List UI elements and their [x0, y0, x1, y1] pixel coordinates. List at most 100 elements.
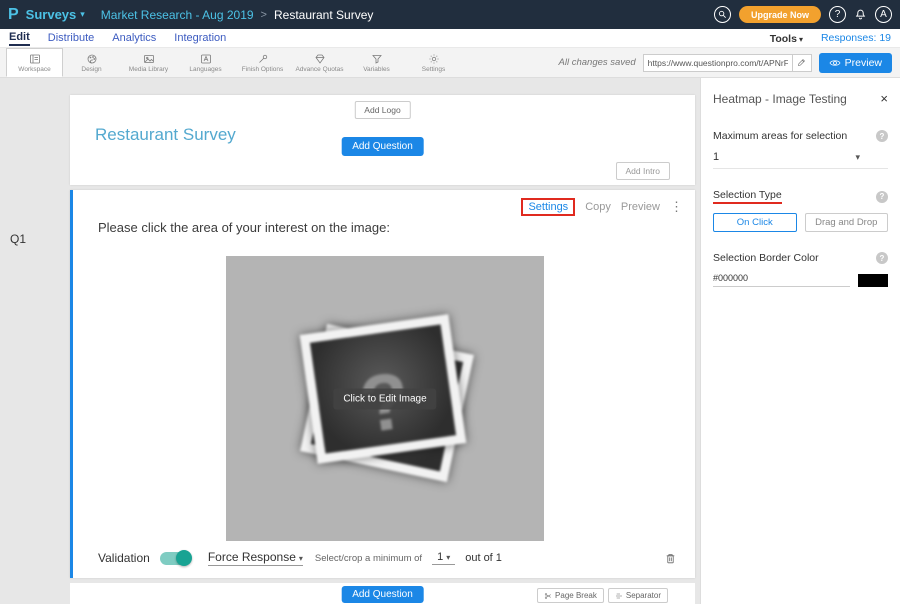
preview-button-label: Preview: [845, 57, 882, 69]
toolbar-item-workspace[interactable]: Workspace: [6, 48, 63, 77]
workspace-icon: [29, 53, 41, 65]
page-break-button[interactable]: Page Break: [537, 588, 604, 603]
toolbar-item-label: Settings: [422, 66, 446, 73]
surveys-menu[interactable]: Surveys: [26, 7, 77, 22]
save-status-text: All changes saved: [559, 57, 636, 68]
chevron-down-icon: ▾: [855, 152, 860, 163]
max-areas-select[interactable]: 1 ▾: [713, 151, 888, 169]
tab-distribute[interactable]: Distribute: [48, 32, 94, 44]
selection-type-buttons: On Click Drag and Drop: [713, 213, 888, 232]
tab-edit[interactable]: Edit: [9, 31, 30, 46]
wrench-icon: [257, 53, 269, 65]
color-swatch[interactable]: [858, 274, 888, 287]
border-color-row: Selection Border Color ?: [713, 252, 888, 264]
tools-label: Tools: [770, 33, 797, 45]
pencil-icon: [797, 58, 806, 67]
nav-tabs: Edit Distribute Analytics Integration: [9, 31, 226, 46]
funnel-icon: [371, 53, 383, 65]
languages-icon: [200, 53, 212, 65]
search-icon: [718, 10, 727, 19]
out-of-text: out of 1: [465, 552, 502, 564]
question-settings-button[interactable]: Settings: [521, 198, 575, 216]
nav-tab-bar: Edit Distribute Analytics Integration To…: [0, 29, 900, 48]
tab-analytics[interactable]: Analytics: [112, 32, 156, 44]
toolbar-item-label: Workspace: [18, 66, 50, 73]
breadcrumb-parent-link[interactable]: Market Research - Aug 2019: [101, 8, 254, 22]
diamond-icon: [314, 53, 326, 65]
question-number: Q1: [10, 232, 26, 246]
toolbar-item-variables[interactable]: Variables: [348, 48, 405, 77]
panel-title: Heatmap - Image Testing: [713, 92, 847, 106]
toggle-knob: [176, 550, 192, 566]
question-preview-button[interactable]: Preview: [621, 201, 660, 213]
separator-button[interactable]: Separator: [608, 588, 668, 603]
question-image-placeholder[interactable]: ? Click to Edit Image: [226, 256, 544, 541]
preview-button[interactable]: Preview: [819, 53, 892, 73]
toolbar-item-advance-quotas[interactable]: Advance Quotas: [291, 48, 348, 77]
add-question-button-bottom[interactable]: Add Question: [341, 586, 424, 603]
questionpro-logo[interactable]: P: [8, 6, 19, 24]
border-color-input-row: #000000: [713, 273, 888, 287]
page-break-label: Page Break: [555, 591, 597, 600]
on-click-button[interactable]: On Click: [713, 213, 797, 232]
top-bar: P Surveys ▾ Market Research - Aug 2019 >…: [0, 0, 900, 29]
survey-url-group: [643, 54, 812, 72]
responses-count-link[interactable]: Responses: 19: [821, 32, 891, 44]
toolbar-right: All changes saved Preview: [559, 53, 894, 73]
question-copy-button[interactable]: Copy: [585, 201, 611, 213]
max-areas-row: Maximum areas for selection ?: [713, 130, 888, 142]
survey-header-card: Add Logo Restaurant Survey Add Question …: [70, 95, 695, 185]
survey-url-input[interactable]: [643, 54, 793, 72]
toolbar-item-label: Design: [81, 66, 101, 73]
help-icon[interactable]: ?: [876, 191, 888, 203]
separator-label: Separator: [626, 591, 661, 600]
toolbar-item-settings[interactable]: Settings: [405, 48, 462, 77]
help-icon[interactable]: ?: [876, 130, 888, 142]
search-button[interactable]: [714, 6, 731, 23]
survey-title[interactable]: Restaurant Survey: [95, 125, 236, 145]
toolbar-item-label: Finish Options: [242, 66, 284, 73]
chevron-down-icon: ▾: [799, 35, 803, 44]
trash-icon: [664, 552, 677, 565]
question-text[interactable]: Please click the area of your interest o…: [98, 220, 390, 235]
question-settings-panel: Heatmap - Image Testing × Maximum areas …: [700, 78, 900, 604]
upgrade-now-button[interactable]: Upgrade Now: [739, 6, 821, 23]
toolbar-item-label: Languages: [189, 66, 221, 73]
minimum-value: 1: [437, 551, 443, 563]
avatar[interactable]: A: [875, 6, 892, 23]
help-button[interactable]: ?: [829, 6, 846, 23]
close-icon[interactable]: ×: [880, 92, 888, 105]
notifications-button[interactable]: [854, 8, 867, 21]
tools-menu[interactable]: Tools▾: [770, 29, 803, 47]
tab-integration[interactable]: Integration: [174, 32, 226, 44]
selection-type-label: Selection Type: [713, 189, 782, 204]
breadcrumb-current: Restaurant Survey: [274, 8, 373, 22]
border-color-value-input[interactable]: #000000: [713, 273, 850, 287]
selection-type-row: Selection Type ?: [713, 189, 888, 204]
add-logo-button[interactable]: Add Logo: [354, 101, 410, 119]
click-to-edit-image-button[interactable]: Click to Edit Image: [333, 388, 436, 409]
toolbar-item-label: Variables: [363, 66, 390, 73]
breadcrumb-separator: >: [261, 9, 267, 21]
edit-url-button[interactable]: [793, 54, 812, 72]
validation-row: Validation Force Response▾ Select/crop a…: [98, 548, 677, 568]
question-controls: Settings Copy Preview ⋮: [521, 198, 683, 216]
gear-icon: [428, 53, 440, 65]
minimum-value-dropdown[interactable]: 1▾: [432, 551, 455, 565]
help-icon[interactable]: ?: [876, 252, 888, 264]
eye-icon: [829, 57, 841, 69]
toolbar-item-finish-options[interactable]: Finish Options: [234, 48, 291, 77]
validation-toggle[interactable]: [160, 552, 190, 565]
add-intro-button[interactable]: Add Intro: [616, 162, 671, 180]
more-options-icon[interactable]: ⋮: [670, 199, 683, 215]
force-response-label: Force Response: [208, 550, 296, 564]
toolbar-item-design[interactable]: Design: [63, 48, 120, 77]
delete-question-button[interactable]: [664, 552, 677, 565]
toolbar-item-languages[interactable]: Languages: [177, 48, 234, 77]
minimum-prefix-text: Select/crop a minimum of: [315, 553, 422, 564]
toolbar-item-media-library[interactable]: Media Library: [120, 48, 177, 77]
force-response-dropdown[interactable]: Force Response▾: [208, 550, 303, 566]
add-question-button-top[interactable]: Add Question: [341, 137, 424, 156]
panel-title-row: Heatmap - Image Testing ×: [713, 92, 888, 106]
drag-and-drop-button[interactable]: Drag and Drop: [805, 213, 889, 232]
